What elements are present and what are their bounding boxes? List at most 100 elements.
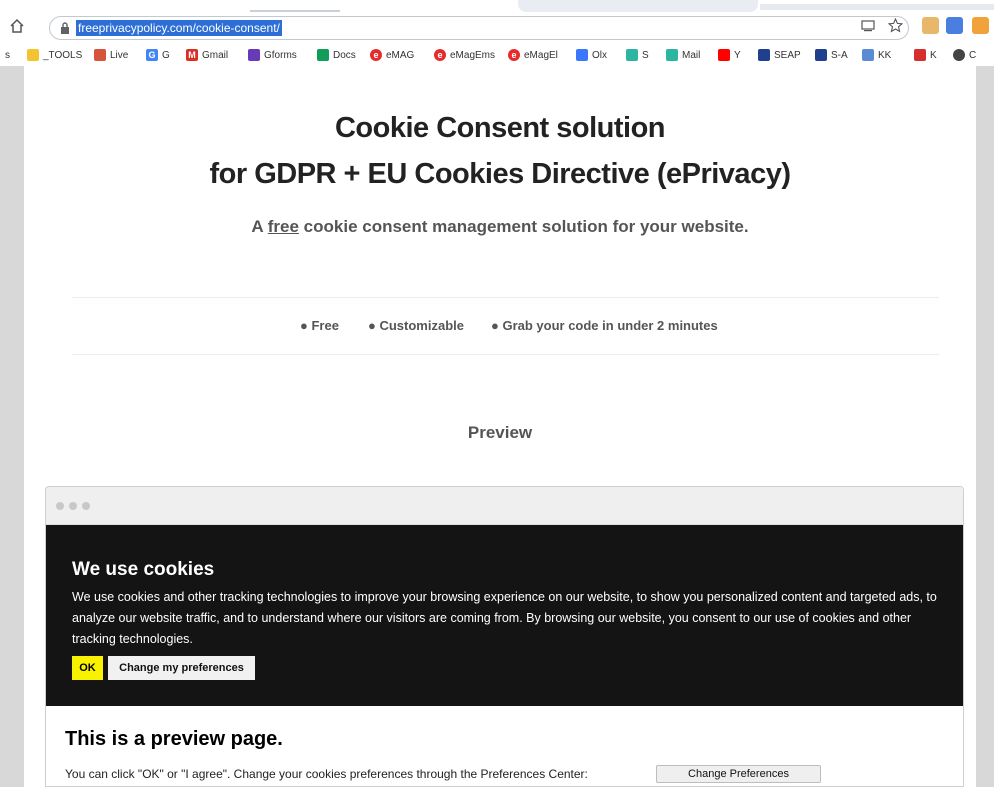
preview-window: We use cookies We use cookies and other … [45, 486, 964, 787]
emag-icon: e [370, 49, 382, 61]
page-title-line2: for GDPR + EU Cookies Directive (ePrivac… [209, 158, 791, 190]
divider [72, 297, 939, 298]
bookmark-item[interactable]: e eMagEms [434, 48, 495, 62]
bookmark-label: KK [878, 49, 892, 61]
bookmark-item[interactable]: S [626, 48, 649, 62]
address-bar[interactable]: freeprivacypolicy.com/cookie-consent/ [49, 16, 909, 40]
home-icon[interactable] [9, 18, 25, 34]
ok-button[interactable]: OK [72, 656, 103, 680]
bookmark-item[interactable]: SEAP [758, 48, 801, 62]
bookmark-item[interactable]: e eMagEl [508, 48, 558, 62]
cookie-banner: We use cookies We use cookies and other … [46, 525, 963, 706]
bookmark-label: _TOOLS [43, 49, 83, 61]
bookmark-item[interactable]: Mail [666, 48, 700, 62]
k-icon [914, 49, 926, 61]
bookmark-item[interactable]: Olx [576, 48, 607, 62]
preferences-center-button[interactable]: Change Preferences [656, 765, 821, 783]
extension-avatar-icon[interactable] [922, 17, 939, 34]
preview-page-text: You can click "OK" or "I agree". Change … [65, 767, 588, 781]
s-icon [626, 49, 638, 61]
window-dot [82, 502, 90, 510]
tab-strip [0, 0, 994, 12]
preview-window-titlebar [46, 487, 963, 525]
bookmark-label: C [969, 49, 977, 61]
bookmark-item[interactable]: GG [146, 48, 170, 62]
seap-icon [758, 49, 770, 61]
bookmark-folder-tools[interactable]: _TOOLS [27, 48, 82, 62]
bookmark-item[interactable]: e eMAG [370, 48, 414, 62]
bookmark-item[interactable]: Gforms [248, 48, 297, 62]
bookmark-label: K [930, 49, 937, 61]
bookmark-item[interactable]: C [953, 48, 976, 62]
bookmark-item[interactable]: KK [862, 48, 891, 62]
emag-icon: e [434, 49, 446, 61]
url-text[interactable]: freeprivacypolicy.com/cookie-consent/ [76, 20, 282, 36]
change-preferences-button[interactable]: Change my preferences [108, 656, 255, 680]
extension-translate-icon[interactable] [946, 17, 963, 34]
bookmarks-bar: s _TOOLS Live GG M Gmail Gforms Docs e eMA… [0, 44, 994, 66]
bookmark-label: Gmail [202, 49, 229, 61]
bookmark-label: eMAG [386, 49, 415, 61]
bookmark-label: Olx [592, 49, 607, 61]
bookmark-label: S [642, 49, 649, 61]
address-row: freeprivacypolicy.com/cookie-consent/ [0, 14, 994, 40]
bookmark-label: Live [110, 49, 129, 61]
bookmark-label: eMagEms [450, 49, 496, 61]
kk-icon [862, 49, 874, 61]
mail-icon [666, 49, 678, 61]
bookmark-item[interactable]: s [5, 48, 10, 62]
bookmark-item[interactable]: K [914, 48, 937, 62]
tagline-suffix: cookie consent management solution for y… [298, 217, 749, 236]
s-a-icon [815, 49, 827, 61]
tagline-link[interactable]: free [268, 217, 299, 236]
bookmark-item[interactable]: Y [718, 48, 741, 62]
browser-chrome: freeprivacypolicy.com/cookie-consent/ [0, 0, 994, 45]
live-icon [94, 49, 106, 61]
bookmark-label: Docs [333, 49, 356, 61]
tagline-prefix: A [251, 217, 268, 236]
feature-customizable: ● Customizable [368, 318, 464, 333]
feature-free: ● Free [300, 318, 339, 333]
bookmark-label: eMagEl [524, 49, 558, 61]
extension-feed-icon[interactable] [972, 17, 989, 34]
tab-active[interactable] [518, 0, 758, 12]
page-title-line1: Cookie Consent solution [334, 112, 666, 144]
page-gutter-left [0, 66, 24, 787]
bookmark-item[interactable]: M Gmail [186, 48, 228, 62]
tagline: A free cookie consent management solutio… [24, 217, 976, 237]
youtube-icon [718, 49, 730, 61]
bookmark-item[interactable]: Live [94, 48, 128, 62]
bookmark-label: S-A [831, 49, 848, 61]
olx-icon [576, 49, 588, 61]
bookmark-item[interactable]: Docs [317, 48, 356, 62]
page-gutter-right [976, 66, 994, 787]
cookie-banner-title: We use cookies [72, 559, 215, 580]
star-icon[interactable] [888, 18, 903, 33]
tab[interactable] [250, 0, 340, 12]
cast-icon[interactable] [861, 20, 875, 32]
lock-icon [61, 22, 69, 34]
window-dot [69, 502, 77, 510]
google-icon: G [146, 49, 158, 61]
tab[interactable] [760, 4, 994, 10]
folder-icon [27, 49, 39, 61]
emag-icon: e [508, 49, 520, 61]
gmail-icon: M [186, 49, 198, 61]
preview-page-heading: This is a preview page. [65, 728, 283, 750]
preview-heading: Preview [467, 423, 533, 442]
bookmark-label: s [5, 49, 10, 61]
divider [72, 354, 939, 355]
page-content: Cookie Consent solution for GDPR + EU Co… [0, 66, 994, 787]
c-icon [953, 49, 965, 61]
cookie-banner-text: We use cookies and other tracking techno… [72, 590, 937, 646]
feature-quick: ● Grab your code in under 2 minutes [491, 318, 718, 333]
window-dot [56, 502, 64, 510]
bookmark-label: SEAP [774, 49, 801, 61]
feature-list: ● Free ● Customizable ● Grab your code i… [24, 318, 976, 336]
docs-icon [317, 49, 329, 61]
bookmark-item[interactable]: S-A [815, 48, 848, 62]
bookmark-label: Y [734, 49, 741, 61]
gforms-icon [248, 49, 260, 61]
bookmark-label: G [162, 49, 170, 61]
bookmark-label: Gforms [264, 49, 297, 61]
